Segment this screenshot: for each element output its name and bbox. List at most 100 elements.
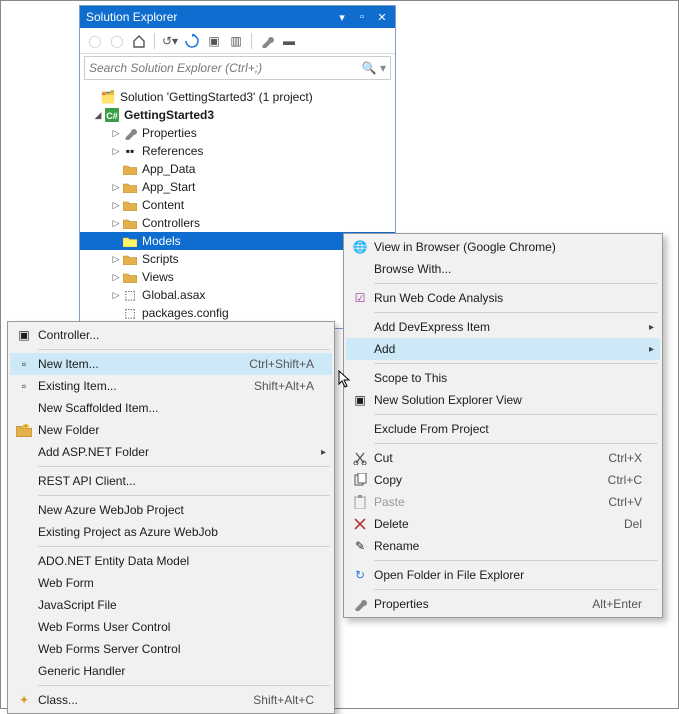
menu-class[interactable]: ✦ Class... Shift+Alt+C: [10, 689, 332, 711]
menu-new-view[interactable]: ▣ New Solution Explorer View: [346, 389, 660, 411]
menu-browse-with[interactable]: Browse With...: [346, 258, 660, 280]
project-node[interactable]: GettingStarted3: [88, 106, 395, 124]
menu-label: Web Form: [38, 576, 320, 590]
shortcut: Ctrl+V: [608, 495, 648, 509]
menu-delete[interactable]: Delete Del: [346, 513, 660, 535]
home-icon[interactable]: [130, 32, 148, 50]
back-icon[interactable]: ◯: [86, 32, 104, 50]
solution-node[interactable]: 🗂️ Solution 'GettingStarted3' (1 project…: [88, 88, 395, 106]
menu-rename[interactable]: ✎ Rename: [346, 535, 660, 557]
menu-azure-new[interactable]: New Azure WebJob Project: [10, 499, 332, 521]
menu-js[interactable]: JavaScript File: [10, 594, 332, 616]
tree-label: Content: [142, 196, 184, 214]
shortcut: Shift+Alt+A: [254, 379, 320, 393]
wrench-icon: [122, 125, 138, 141]
folder-icon: [122, 161, 138, 177]
menu-scaffold[interactable]: New Scaffolded Item...: [10, 397, 332, 419]
menu-webform[interactable]: Web Form: [10, 572, 332, 594]
panel-title: Solution Explorer: [84, 10, 331, 24]
menu-generic[interactable]: Generic Handler: [10, 660, 332, 682]
dropdown-icon[interactable]: ▾: [333, 8, 351, 26]
expander-icon[interactable]: [110, 268, 122, 286]
menu-label: Web Forms User Control: [38, 620, 320, 634]
context-menu: 🌐 View in Browser (Google Chrome) Browse…: [343, 233, 663, 618]
folder-icon: [122, 269, 138, 285]
explorer-icon: ↻: [346, 568, 374, 582]
menu-label: Rename: [374, 539, 648, 553]
menu-label: New Folder: [38, 423, 320, 437]
menu-view-browser[interactable]: 🌐 View in Browser (Google Chrome): [346, 236, 660, 258]
menu-label: New Scaffolded Item...: [38, 401, 320, 415]
menu-new-item[interactable]: ▫ New Item... Ctrl+Shift+A: [10, 353, 332, 375]
menu-paste: Paste Ctrl+V: [346, 491, 660, 513]
properties-icon[interactable]: [258, 32, 276, 50]
menu-wf-server[interactable]: Web Forms Server Control: [10, 638, 332, 660]
menu-add[interactable]: Add: [346, 338, 660, 360]
menu-open-folder[interactable]: ↻ Open Folder in File Explorer: [346, 564, 660, 586]
folder-add-icon: [10, 424, 38, 437]
csharp-project-icon: [104, 107, 120, 123]
tree-item-appdata[interactable]: App_Data: [88, 160, 395, 178]
expander-icon[interactable]: [110, 142, 122, 160]
menu-wf-user[interactable]: Web Forms User Control: [10, 616, 332, 638]
tree-item-controllers[interactable]: Controllers: [88, 214, 395, 232]
add-submenu: ▣ Controller... ▫ New Item... Ctrl+Shift…: [7, 321, 335, 714]
expander-icon[interactable]: [110, 196, 122, 214]
menu-label: New Solution Explorer View: [374, 393, 648, 407]
tree-label: packages.config: [142, 304, 229, 322]
menu-controller[interactable]: ▣ Controller...: [10, 324, 332, 346]
menu-copy[interactable]: Copy Ctrl+C: [346, 469, 660, 491]
menu-label: REST API Client...: [38, 474, 320, 488]
menu-asp-folder[interactable]: Add ASP.NET Folder: [10, 441, 332, 463]
rename-icon: ✎: [346, 539, 374, 553]
menu-azure-existing[interactable]: Existing Project as Azure WebJob: [10, 521, 332, 543]
expander-icon[interactable]: [92, 106, 104, 124]
shortcut: Del: [624, 517, 648, 531]
refresh-icon[interactable]: [183, 32, 201, 50]
history-icon[interactable]: ↺▾: [161, 32, 179, 50]
menu-properties[interactable]: Properties Alt+Enter: [346, 593, 660, 615]
tree-item-references[interactable]: ▪▪ References: [88, 142, 395, 160]
menu-label: Scope to This: [374, 371, 648, 385]
menu-label: Class...: [38, 693, 253, 707]
menu-existing-item[interactable]: ▫ Existing Item... Shift+Alt+A: [10, 375, 332, 397]
expander-icon[interactable]: [110, 214, 122, 232]
menu-exclude[interactable]: Exclude From Project: [346, 418, 660, 440]
menu-ado[interactable]: ADO.NET Entity Data Model: [10, 550, 332, 572]
project-label: GettingStarted3: [124, 106, 214, 124]
menu-add-devexpress[interactable]: Add DevExpress Item: [346, 316, 660, 338]
shortcut: Alt+Enter: [592, 597, 648, 611]
show-all-icon[interactable]: ▥: [227, 32, 245, 50]
menu-cut[interactable]: Cut Ctrl+X: [346, 447, 660, 469]
expander-icon[interactable]: [110, 124, 122, 142]
forward-icon[interactable]: ◯: [108, 32, 126, 50]
folder-icon: [122, 197, 138, 213]
view-icon[interactable]: ▬: [280, 32, 298, 50]
search-box[interactable]: Search Solution Explorer (Ctrl+;) 🔍 ▾: [84, 56, 391, 80]
menu-label: Exclude From Project: [374, 422, 648, 436]
expander-icon[interactable]: [110, 178, 122, 196]
expander-icon[interactable]: [110, 286, 122, 304]
expander-icon[interactable]: [110, 250, 122, 268]
menu-label: Generic Handler: [38, 664, 320, 678]
search-icon: 🔍 ▾: [362, 61, 386, 75]
tree-label: Views: [142, 268, 174, 286]
tree-item-properties[interactable]: Properties: [88, 124, 395, 142]
tree-item-appstart[interactable]: App_Start: [88, 178, 395, 196]
menu-new-folder[interactable]: New Folder: [10, 419, 332, 441]
menu-label: Existing Item...: [38, 379, 254, 393]
menu-label: Web Forms Server Control: [38, 642, 320, 656]
menu-label: Controller...: [38, 328, 320, 342]
close-icon[interactable]: ✕: [373, 8, 391, 26]
menu-scope[interactable]: Scope to This: [346, 367, 660, 389]
menu-label: Open Folder in File Explorer: [374, 568, 648, 582]
menu-label: New Azure WebJob Project: [38, 503, 320, 517]
menu-run-analysis[interactable]: ☑ Run Web Code Analysis: [346, 287, 660, 309]
tree-item-content[interactable]: Content: [88, 196, 395, 214]
browser-icon: 🌐: [346, 240, 374, 254]
pin-icon[interactable]: ▫: [353, 8, 371, 26]
shortcut: Ctrl+C: [608, 473, 648, 487]
new-item-icon: ▫: [10, 357, 38, 371]
collapse-icon[interactable]: ▣: [205, 32, 223, 50]
menu-rest[interactable]: REST API Client...: [10, 470, 332, 492]
